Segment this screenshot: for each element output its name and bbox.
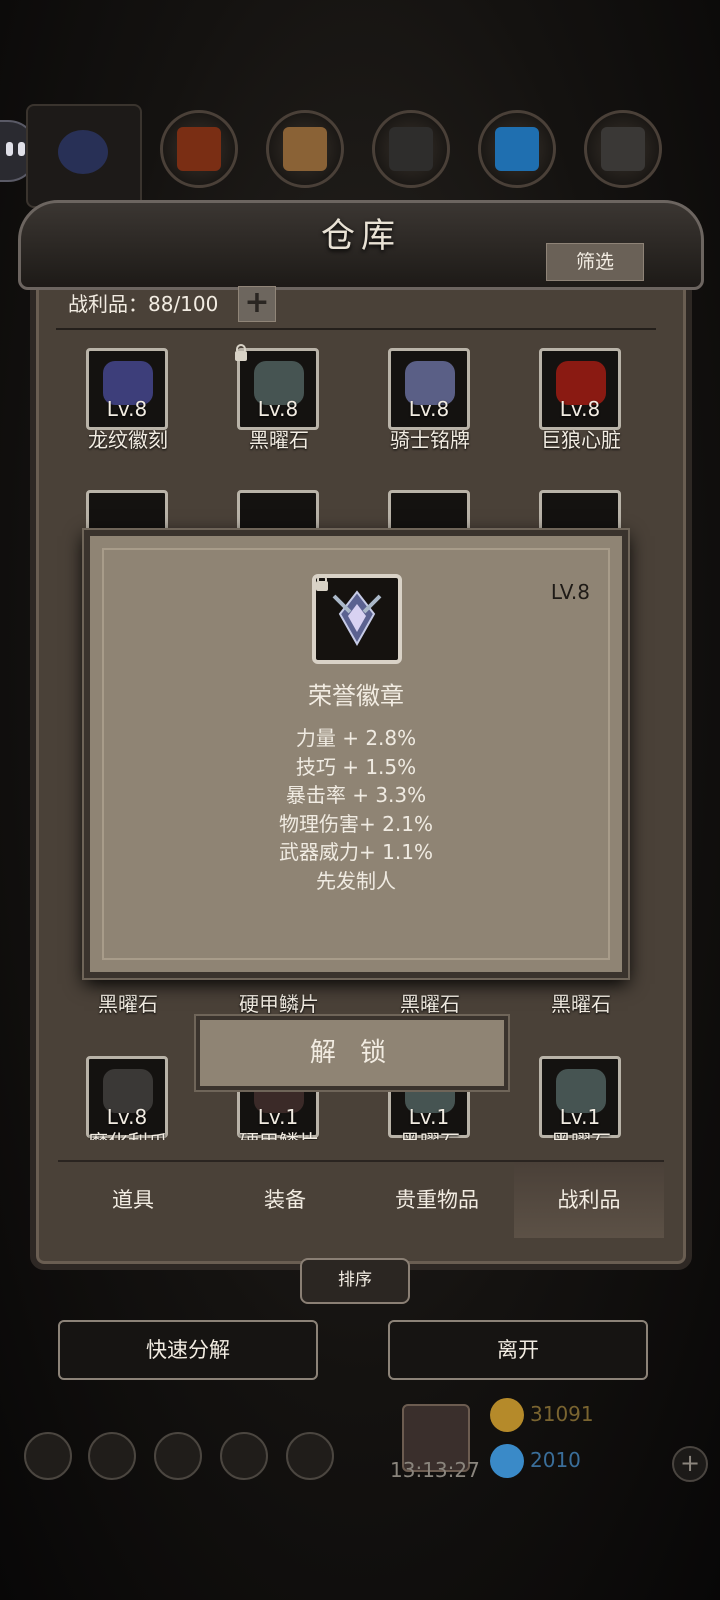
item-frame: Lv.8 [86,348,168,430]
gold-display: 31091 [490,1398,700,1432]
star-icon[interactable] [88,1432,136,1480]
popup-item-name: 荣誉徽章 [308,682,404,710]
gold-amount: 31091 [530,1402,594,1426]
gem-icon [490,1444,524,1478]
shield-icon[interactable] [286,1432,334,1480]
sort-button[interactable]: 排序 [300,1258,410,1304]
resource-iron[interactable]: 1232 [372,110,450,216]
stone-icon [601,127,645,171]
item-name: 黑曜石 [249,428,309,452]
gem-display: 2010 [490,1444,700,1478]
lock-icon [316,574,328,591]
item-name: 黑曜石 [511,1126,651,1140]
item-name: 硬甲鳞片 [209,1126,349,1140]
stat-line: 武器威力+ 1.1% [279,840,433,864]
item-slot[interactable]: Lv.8 [539,348,623,432]
tab-equipment[interactable]: 装备 [210,1162,360,1238]
category-tabs: 道具 装备 贵重物品 战利品 [58,1160,664,1238]
resource-stone[interactable]: 47154 [584,110,662,216]
popup-item-level: LV.8 [550,580,590,604]
expand-capacity-button[interactable]: + [238,286,276,322]
stat-line: 物理伤害+ 2.1% [279,811,433,836]
item-frame: Lv.8 [539,348,621,430]
item-slot[interactable]: Lv.8 [86,348,170,432]
stat-line: 技巧 + 1.5% [295,754,417,779]
item-level: Lv.8 [559,397,601,421]
book-icon[interactable] [154,1432,202,1480]
gold-coin-icon [490,1398,524,1432]
trophy-count: 战利品：88/100 [68,292,219,316]
item-level: Lv.8 [106,397,148,421]
lock-icon [235,344,247,361]
tab-trophies[interactable]: 战利品 [514,1162,664,1238]
resource-wood[interactable] [160,110,238,188]
ingot-icon [389,127,433,171]
resource-plank[interactable]: 10119 [266,110,344,216]
tab-items[interactable]: 道具 [58,1162,208,1238]
settings-icon[interactable] [24,1432,72,1480]
item-detail-popup: LV.8 荣誉徽章 力量 + 2.8% 技巧 + 1.5% 暴击率 + 3.3%… [84,530,628,978]
filter-button[interactable]: 筛选 [546,243,644,281]
stat-line: 先发制人 [316,868,396,893]
resource-crystal[interactable] [478,110,556,188]
tab-valuables[interactable]: 贵重物品 [362,1162,512,1238]
item-slot[interactable]: Lv.8 [388,348,472,432]
divider [56,328,656,330]
gift-timer: 13:13:27 [390,1458,480,1482]
stat-line: 力量 + 2.8% [295,726,417,750]
popup-stats: 力量 + 2.8% 技巧 + 1.5% 暴击率 + 3.3% 物理伤害+ 2.1… [90,724,622,895]
crystal-icon [495,127,539,171]
item-name: 巨狼心脏 [541,428,621,452]
resource-slot-selected[interactable] [26,104,142,208]
item-name: 魔化利爪 [58,1126,198,1140]
item-name: 骑士铭牌 [390,428,470,452]
popup-item-icon [312,574,402,664]
mail-icon[interactable] [220,1432,268,1480]
item-name: 龙纹徽刻 [88,428,168,452]
unlock-button[interactable]: 解 锁 [196,1016,508,1090]
orb-icon [58,130,108,174]
item-name: 黑曜石 [360,1126,500,1140]
item-name: 硬甲鳞片 [239,992,319,1016]
ore-icon [177,127,221,171]
add-gems-button[interactable]: + [672,1446,708,1482]
item-level: Lv.8 [408,397,450,421]
quick-decompose-button[interactable]: 快速分解 [58,1320,318,1380]
item-frame: Lv.8 [237,348,319,430]
item-slot[interactable]: Lv.8 [235,344,321,432]
item-level: Lv.8 [257,397,299,421]
item-name: 黑曜石 [551,992,611,1016]
plank-icon [283,127,327,171]
stat-line: 暴击率 + 3.3% [285,783,427,807]
gem-amount: 2010 [530,1448,581,1472]
item-name: 黑曜石 [98,992,158,1016]
item-frame: Lv.8 [388,348,470,430]
leave-button[interactable]: 离开 [388,1320,648,1380]
item-name: 黑曜石 [400,992,460,1016]
